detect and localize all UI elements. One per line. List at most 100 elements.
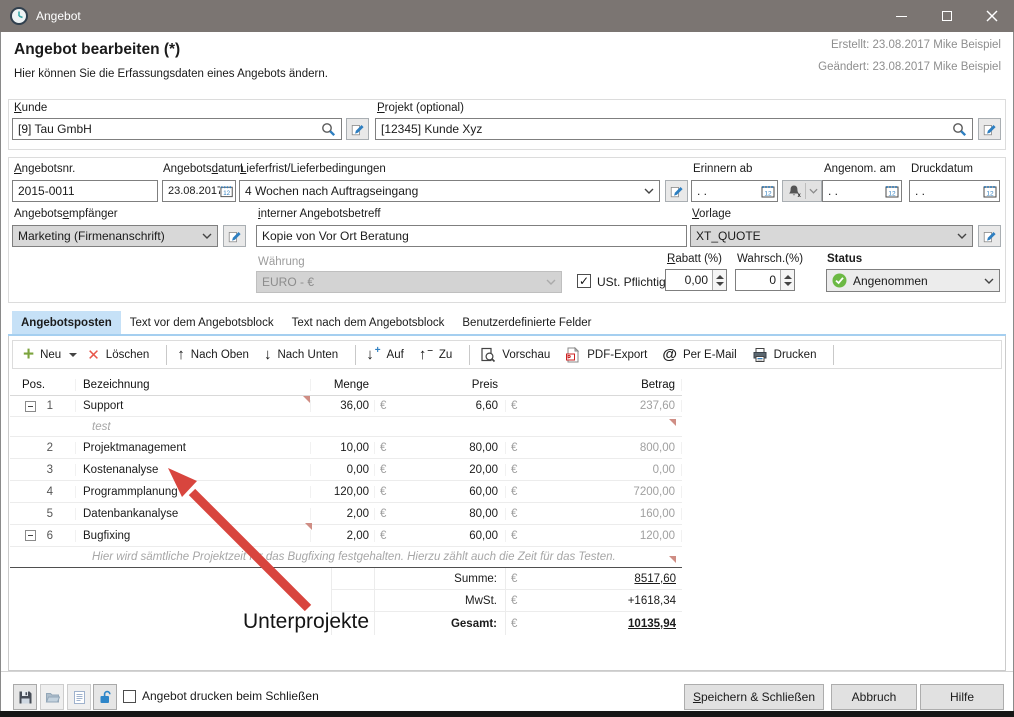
email-button[interactable]: @ Per E-Mail <box>662 346 736 363</box>
toolbar-separator <box>833 345 834 365</box>
unlock-button[interactable] <box>93 684 117 710</box>
rabatt-spinner[interactable]: 0,00 <box>665 269 727 291</box>
print-on-close-checkbox[interactable] <box>123 690 136 703</box>
summe-row: Summe: € 8517,60 <box>10 568 682 590</box>
lieferfrist-combobox[interactable]: 4 Wochen nach Auftragseingang <box>239 180 660 202</box>
table-row[interactable]: 1 Support 36,00 € 6,60 € 237,60 <box>10 396 682 417</box>
minimize-button[interactable] <box>879 0 924 32</box>
status-combobox[interactable]: Angenommen <box>826 269 1000 292</box>
col-header-pos[interactable]: Pos. <box>10 379 45 391</box>
angebotsempfaenger-combobox[interactable]: Marketing (Firmenanschrift) <box>12 225 218 247</box>
collapse-row-icon[interactable] <box>25 401 36 412</box>
calendar-icon[interactable]: 12 <box>761 184 775 198</box>
page-subtitle: Hier können Sie die Erfassungsdaten eine… <box>14 68 328 80</box>
print-button[interactable]: Drucken <box>752 347 817 363</box>
save-and-close-button[interactable]: Speichern & Schließen <box>684 684 824 710</box>
tab-benutzerdefinierte-felder[interactable]: Benutzerdefinierte Felder <box>453 311 600 335</box>
row-note[interactable]: test <box>10 417 682 437</box>
move-up-button[interactable]: ↑ Nach Oben <box>177 346 249 363</box>
vorlage-edit-button[interactable] <box>978 225 1001 247</box>
row-note[interactable]: Hier wird sämtliche Projektzeit für das … <box>10 547 682 567</box>
projekt-edit-button[interactable] <box>978 118 1001 140</box>
tab-angebotsposten[interactable]: Angebotsposten <box>12 311 121 335</box>
note-indicator-icon <box>303 396 310 403</box>
kunde-input[interactable]: [9] Tau GmbH <box>12 118 342 140</box>
currency-symbol: € <box>505 568 529 590</box>
tab-text-vor-angebotsblock[interactable]: Text vor dem Angebotsblock <box>121 311 283 335</box>
note-indicator-icon <box>669 419 676 426</box>
kunde-edit-button[interactable] <box>346 118 369 140</box>
betreff-input[interactable]: Kopie von Vor Ort Beratung <box>256 225 687 247</box>
collapse-row-icon[interactable] <box>25 530 36 541</box>
calendar-icon[interactable]: 12 <box>983 184 997 198</box>
chevron-down-icon <box>809 188 818 194</box>
vorlage-combobox[interactable]: XT_QUOTE <box>690 225 973 247</box>
table-row[interactable]: 3 Kostenanalyse 0,00 € 20,00 € 0,00 <box>10 459 682 481</box>
title-bar: Angebot <box>0 0 1014 32</box>
cancel-button[interactable]: Abbruch <box>831 684 917 710</box>
toolbar-separator <box>166 345 167 365</box>
angebotsempfaenger-edit-button[interactable] <box>223 225 246 247</box>
new-dropdown-caret-icon[interactable] <box>69 353 77 357</box>
wahrsch-spinner[interactable]: 0 <box>735 269 795 291</box>
tab-strip: Angebotsposten Text vor dem Angebotsbloc… <box>8 311 1006 335</box>
close-button[interactable] <box>969 0 1014 32</box>
ust-pflichtig-checkbox[interactable] <box>577 274 591 288</box>
preview-button[interactable]: Vorschau <box>480 347 550 363</box>
table-row[interactable]: 2 Projektmanagement 10,00 € 80,00 € 800,… <box>10 437 682 459</box>
erinnern-ab-input[interactable]: . . 12 <box>691 180 778 202</box>
save-button[interactable] <box>13 684 37 710</box>
clear-reminder-button[interactable]: x <box>782 180 822 202</box>
angenommen-am-input[interactable]: . . 12 <box>822 180 902 202</box>
lieferfrist-edit-button[interactable] <box>665 180 688 202</box>
maximize-button[interactable] <box>924 0 969 32</box>
col-header-bezeichnung[interactable]: Bezeichnung <box>75 379 310 391</box>
close-icon <box>986 10 998 22</box>
expand-all-button[interactable]: ↓+ Auf <box>366 346 404 363</box>
search-icon[interactable] <box>952 122 967 137</box>
folder-icon <box>45 690 60 705</box>
tab-text-nach-angebotsblock[interactable]: Text nach dem Angebotsblock <box>283 311 454 335</box>
maximize-icon <box>942 11 952 21</box>
table-row[interactable]: 4 Programmplanung 120,00 € 60,00 € 7200,… <box>10 481 682 503</box>
projekt-input[interactable]: [12345] Kunde Xyz <box>375 118 973 140</box>
help-button[interactable]: Hilfe <box>920 684 1004 710</box>
col-header-betrag[interactable]: Betrag <box>529 379 682 391</box>
calendar-icon[interactable]: 12 <box>220 184 233 198</box>
angebotsnr-input[interactable]: 2015-0011 <box>12 180 158 202</box>
spinner-arrows-icon[interactable] <box>712 270 726 290</box>
wahrsch-label: Wahrsch.(%) <box>737 253 803 265</box>
angebotsdatum-label: Angebotsdatum <box>163 163 244 175</box>
move-down-button[interactable]: ↓ Nach Unten <box>264 346 338 363</box>
edit-pencil-icon <box>983 230 996 243</box>
plus-icon: + <box>23 347 34 363</box>
druckdatum-input[interactable]: . . 12 <box>909 180 1000 202</box>
search-icon[interactable] <box>321 122 336 137</box>
calendar-icon[interactable]: 12 <box>885 184 899 198</box>
annotation-text: Unterprojekte <box>243 610 369 634</box>
delete-x-icon: ✕ <box>87 346 100 364</box>
ust-pflichtig-label: USt. Pflichtig <box>597 275 666 289</box>
print-on-close-label: Angebot drucken beim Schließen <box>142 689 319 703</box>
table-row[interactable]: 5 Datenbankanalyse 2,00 € 80,00 € 160,00 <box>10 503 682 525</box>
gesamt-label: Gesamt: <box>374 612 505 635</box>
collapse-all-button[interactable]: ↑– Zu <box>419 346 452 363</box>
svg-text:12: 12 <box>223 190 230 197</box>
angenommen-am-label: Angenom. am <box>824 163 896 175</box>
spinner-arrows-icon[interactable] <box>780 270 794 290</box>
pdf-icon <box>565 347 581 363</box>
delete-button[interactable]: ✕ Löschen <box>87 346 149 364</box>
pdf-export-button[interactable]: PDF-Export <box>565 347 647 363</box>
angebotsdatum-input[interactable]: 23.08.2017 12 <box>162 180 236 202</box>
reminder-bell-off-icon: x <box>787 184 801 198</box>
window-title: Angebot <box>36 9 81 23</box>
table-row[interactable]: 6 Bugfixing 2,00 € 60,00 € 120,00 <box>10 525 682 547</box>
col-header-menge[interactable]: Menge <box>310 379 374 391</box>
svg-text:12: 12 <box>888 191 896 198</box>
col-header-preis[interactable]: Preis <box>398 379 505 391</box>
new-button[interactable]: + Neu <box>23 347 61 363</box>
edit-pencil-icon <box>983 123 996 136</box>
preview-icon <box>480 347 496 363</box>
rabatt-label: Rabatt (%) <box>667 253 722 265</box>
unlock-icon <box>98 690 113 705</box>
